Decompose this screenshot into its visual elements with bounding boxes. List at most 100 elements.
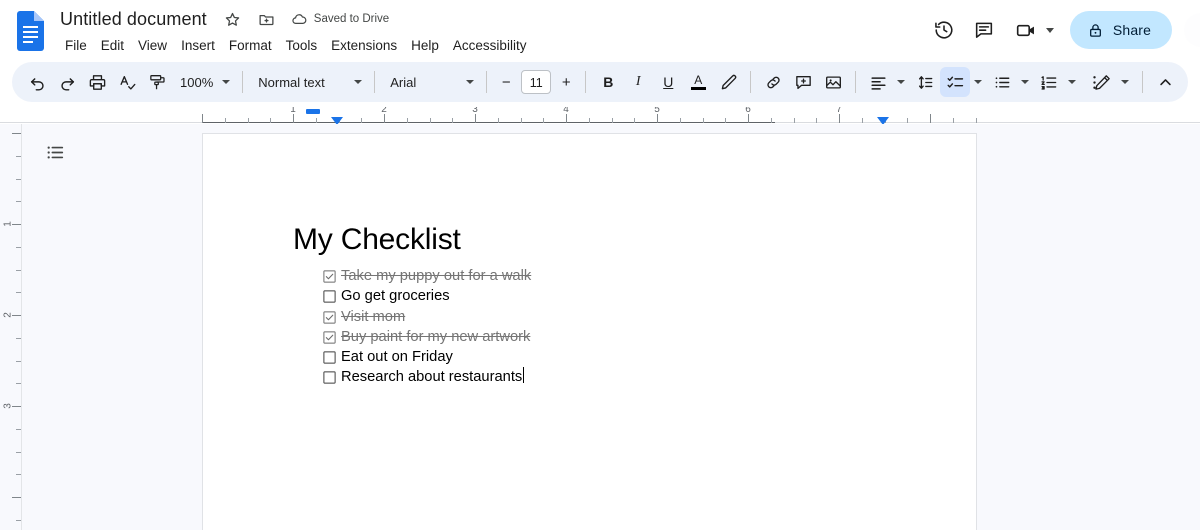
print-icon[interactable] bbox=[82, 67, 112, 97]
numbered-list-chevron-down-icon[interactable] bbox=[1068, 80, 1077, 84]
checklist-item-label[interactable]: Go get groceries bbox=[341, 286, 450, 306]
checkbox-checked-icon[interactable] bbox=[323, 269, 336, 283]
avatar[interactable] bbox=[1184, 13, 1200, 47]
move-to-folder-icon[interactable] bbox=[257, 9, 277, 29]
chevron-up-icon[interactable] bbox=[1150, 67, 1180, 97]
zoom-value: 100% bbox=[180, 74, 214, 90]
line-spacing-icon[interactable] bbox=[910, 67, 940, 97]
first-line-indent-marker[interactable] bbox=[306, 109, 320, 114]
underline-label: U bbox=[663, 74, 674, 90]
numbered-list-icon[interactable] bbox=[1034, 67, 1064, 97]
italic-button[interactable]: I bbox=[623, 67, 653, 97]
menu-view[interactable]: View bbox=[131, 36, 174, 55]
star-icon[interactable] bbox=[223, 9, 243, 29]
checklist-item-label[interactable]: Visit mom bbox=[341, 307, 405, 327]
font-size-input[interactable]: 11 bbox=[521, 70, 552, 94]
version-history-icon[interactable] bbox=[925, 11, 963, 49]
comment-icon[interactable] bbox=[965, 11, 1003, 49]
font-family-value: Arial bbox=[390, 74, 417, 90]
document-outline-icon[interactable] bbox=[36, 133, 74, 171]
checklist-item[interactable]: Go get groceries bbox=[323, 286, 886, 306]
checklist-item-label[interactable]: Buy paint for my new artwork bbox=[341, 327, 530, 347]
font-family-dropdown[interactable]: Arial bbox=[382, 67, 479, 97]
edit-pencil-icon[interactable] bbox=[1087, 67, 1117, 97]
menu-format[interactable]: Format bbox=[222, 36, 279, 55]
lock-icon bbox=[1089, 23, 1101, 37]
share-label: Share bbox=[1112, 22, 1151, 38]
menu-help[interactable]: Help bbox=[404, 36, 446, 55]
editing-mode-chevron-down-icon[interactable] bbox=[1121, 80, 1129, 84]
vertical-ruler[interactable]: 123 bbox=[0, 124, 22, 530]
underline-button[interactable]: U bbox=[653, 67, 683, 97]
undo-icon[interactable] bbox=[22, 67, 52, 97]
paragraph-style-dropdown[interactable]: Normal text bbox=[250, 67, 367, 97]
main-toolbar: 100% Normal text Arial − 11 + B I U A bbox=[12, 62, 1188, 102]
checklist-item[interactable]: Take my puppy out for a walk bbox=[323, 266, 886, 286]
menu-edit[interactable]: Edit bbox=[94, 36, 131, 55]
checklist-item-label[interactable]: Take my puppy out for a walk bbox=[341, 266, 531, 286]
menu-extensions[interactable]: Extensions bbox=[324, 36, 404, 55]
save-status[interactable]: Saved to Drive bbox=[291, 11, 389, 28]
menu-file[interactable]: File bbox=[58, 36, 94, 55]
video-call-button[interactable] bbox=[1005, 11, 1060, 49]
chevron-down-icon bbox=[466, 80, 475, 84]
italic-label: I bbox=[635, 74, 641, 89]
increase-font-size-button[interactable]: + bbox=[554, 70, 578, 94]
font-size-stepper: − 11 + bbox=[494, 70, 578, 94]
checklist-item[interactable]: Buy paint for my new artwork bbox=[323, 327, 886, 347]
checklist-item[interactable]: Research about restaurants bbox=[323, 367, 886, 387]
checkbox-unchecked-icon[interactable] bbox=[323, 350, 336, 364]
ruler-track: 1234567 bbox=[0, 107, 1200, 125]
menu-insert[interactable]: Insert bbox=[174, 36, 222, 55]
highlight-pen-icon[interactable] bbox=[713, 67, 743, 97]
text-color-button[interactable]: A bbox=[683, 67, 713, 97]
checklist-item[interactable]: Eat out on Friday bbox=[323, 347, 886, 367]
bold-button[interactable]: B bbox=[593, 67, 623, 97]
checklist-chevron-down-icon[interactable] bbox=[974, 80, 983, 84]
toolbar-divider bbox=[585, 71, 587, 93]
add-comment-icon[interactable] bbox=[788, 67, 818, 97]
checklist-item[interactable]: Visit mom bbox=[323, 307, 886, 327]
menu-accessibility[interactable]: Accessibility bbox=[446, 36, 534, 55]
google-docs-icon[interactable] bbox=[16, 11, 46, 51]
checklist-button[interactable] bbox=[940, 67, 971, 97]
page-content: My Checklist Take my puppy out for a wal… bbox=[203, 134, 976, 388]
share-button[interactable]: Share bbox=[1069, 11, 1172, 49]
app-header: Untitled document Saved to Drive File Ed… bbox=[0, 0, 1200, 62]
toolbar-divider bbox=[855, 71, 857, 93]
decrease-font-size-button[interactable]: − bbox=[494, 70, 518, 94]
align-left-icon[interactable] bbox=[863, 67, 893, 97]
checkbox-checked-icon[interactable] bbox=[323, 310, 336, 324]
toolbar-divider bbox=[242, 71, 244, 93]
checklist: Take my puppy out for a walk Go get groce… bbox=[293, 266, 886, 388]
text-cursor bbox=[522, 367, 525, 384]
insert-link-icon[interactable] bbox=[758, 67, 788, 97]
checkbox-unchecked-icon[interactable] bbox=[323, 289, 336, 303]
google-docs-window: Untitled document Saved to Drive File Ed… bbox=[0, 0, 1200, 530]
menu-tools[interactable]: Tools bbox=[279, 36, 325, 55]
toolbar-divider bbox=[486, 71, 488, 93]
ruler-margin-area bbox=[202, 122, 775, 123]
paint-format-icon[interactable] bbox=[142, 67, 172, 97]
checklist-item-label[interactable]: Eat out on Friday bbox=[341, 347, 453, 367]
bulleted-list-chevron-down-icon[interactable] bbox=[1021, 80, 1030, 84]
cloud-icon bbox=[292, 13, 307, 24]
bulleted-list-icon[interactable] bbox=[987, 67, 1017, 97]
paragraph-style-value: Normal text bbox=[258, 74, 325, 90]
toolbar-divider bbox=[1142, 71, 1143, 93]
checklist-icon bbox=[947, 76, 963, 88]
checklist-item-label[interactable]: Research about restaurants bbox=[341, 367, 522, 387]
video-camera-icon bbox=[1016, 24, 1034, 36]
checkbox-unchecked-icon[interactable] bbox=[323, 370, 336, 385]
chevron-down-icon bbox=[1045, 27, 1054, 33]
zoom-dropdown[interactable]: 100% bbox=[172, 67, 235, 97]
document-page[interactable]: My Checklist Take my puppy out for a wal… bbox=[202, 133, 977, 530]
checkbox-checked-icon[interactable] bbox=[323, 330, 336, 344]
document-canvas: 123 My Checklist Take my puppy out for a… bbox=[0, 124, 1200, 530]
align-chevron-down-icon[interactable] bbox=[897, 80, 906, 84]
spellcheck-icon[interactable] bbox=[112, 67, 142, 97]
redo-icon[interactable] bbox=[52, 67, 82, 97]
document-title[interactable]: Untitled document bbox=[58, 8, 209, 31]
page-title[interactable]: My Checklist bbox=[293, 222, 886, 258]
insert-image-icon[interactable] bbox=[818, 67, 848, 97]
